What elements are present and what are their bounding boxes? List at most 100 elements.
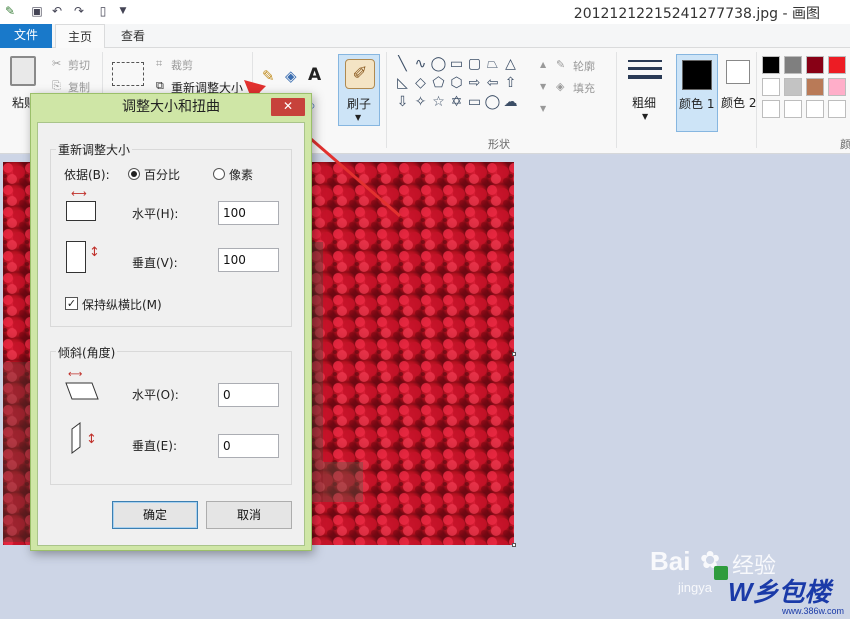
paint-app-icon[interactable]: ✎	[3, 4, 17, 18]
shapes-scroll-up-icon[interactable]: ▲	[540, 60, 546, 69]
palette-black[interactable]	[762, 56, 780, 74]
rectangle-shape-icon[interactable]: ▭	[448, 56, 465, 73]
fill-icon[interactable]: ◈	[556, 80, 564, 93]
color2-swatch[interactable]	[726, 60, 750, 84]
palette-light-gray[interactable]	[784, 78, 802, 96]
keep-ratio-label[interactable]: 保持纵横比(M)	[82, 296, 162, 313]
site-url-watermark: www.386w.com	[782, 606, 845, 616]
shapes-scroll-down-icon[interactable]: ▼	[540, 82, 546, 91]
diamond-shape-icon[interactable]: ◇	[412, 75, 429, 92]
svg-text:⟷: ⟷	[68, 369, 82, 380]
window-title: 20121212215241277738.jpg - 画图	[573, 6, 820, 22]
resize-horizontal-input[interactable]: 100	[218, 201, 279, 225]
title-bar: ✎ ▣ ↶ ↷ ▯ ▼ 20121212215241277738.jpg - 画…	[0, 0, 850, 24]
oval-callout-shape-icon[interactable]: ◯	[484, 94, 501, 111]
size-button[interactable]: 粗细	[632, 94, 656, 111]
five-point-star-shape-icon[interactable]: ☆	[430, 94, 447, 111]
close-button[interactable]: ✕	[271, 98, 305, 116]
resize-icon[interactable]: ⧉	[156, 79, 164, 93]
palette-gray[interactable]	[784, 56, 802, 74]
divider	[616, 52, 617, 148]
redo-icon[interactable]: ↷	[72, 4, 86, 18]
palette-empty[interactable]	[784, 100, 802, 118]
new-icon[interactable]: ▯	[96, 4, 110, 18]
vertical-resize-icon	[66, 241, 86, 273]
shapes-expand-icon[interactable]: ▼	[540, 104, 546, 113]
tab-home[interactable]: 主页	[55, 24, 105, 49]
size-line-2	[628, 67, 662, 70]
polygon-shape-icon[interactable]: ⏢	[484, 56, 501, 73]
skew-horizontal-input[interactable]: 0	[218, 383, 279, 407]
ok-button[interactable]: 确定	[112, 501, 198, 529]
color2-label[interactable]: 颜色 2	[721, 94, 756, 111]
outline-icon[interactable]: ✎	[556, 58, 565, 71]
percent-radio[interactable]	[128, 168, 140, 180]
fill-button[interactable]: 填充	[573, 80, 595, 96]
palette-pink[interactable]	[828, 78, 846, 96]
palette-white[interactable]	[762, 78, 780, 96]
tab-view[interactable]: 查看	[110, 24, 156, 48]
dropdown-icon[interactable]: ▼	[116, 4, 130, 18]
keep-ratio-checkbox[interactable]: ✓	[65, 297, 78, 310]
palette-brown[interactable]	[806, 78, 824, 96]
cut-icon[interactable]: ✂	[52, 57, 61, 70]
up-arrow-shape-icon[interactable]: ⇧	[502, 75, 519, 92]
site-logo-watermark: W乡包楼	[728, 577, 831, 607]
dialog-body: 重新调整大小 依据(B): 百分比 像素 ⟷ 水平(H): 100 ↕ 垂直(V…	[37, 122, 305, 546]
resize-handle-corner[interactable]	[512, 543, 516, 547]
palette-empty[interactable]	[828, 100, 846, 118]
palette-empty[interactable]	[762, 100, 780, 118]
resize-skew-dialog: 调整大小和扭曲 ✕ 重新调整大小 依据(B): 百分比 像素 ⟷ 水平(H): …	[30, 93, 312, 551]
line-shape-icon[interactable]: ╲	[394, 56, 411, 73]
ribbon-tabs: 文件 主页 查看	[0, 24, 850, 49]
vertical-arrow-icon: ↕	[89, 245, 100, 260]
horizontal-arrow-icon: ⟷	[71, 187, 87, 200]
crop-icon[interactable]: ⌗	[156, 57, 162, 71]
oval-shape-icon[interactable]: ◯	[430, 56, 447, 73]
horizontal-resize-icon	[66, 201, 96, 221]
right-arrow-shape-icon[interactable]: ⇨	[466, 75, 483, 92]
skew-vertical-label: 垂直(E):	[132, 439, 177, 453]
color1-button[interactable]: 颜色 1	[676, 54, 718, 132]
chevron-down-icon: ▼	[642, 112, 649, 121]
dialog-title: 调整大小和扭曲	[122, 99, 220, 115]
size-line-1	[628, 60, 662, 62]
select-icon[interactable]	[112, 62, 144, 86]
rounded-rectangle-shape-icon[interactable]: ▢	[466, 56, 483, 73]
shapes-gallery[interactable]: ╲ ∿ ◯ ▭ ▢ ⏢ △ ◺ ◇ ⬠ ⬡ ⇨ ⇦ ⇧ ⇩ ✧ ☆ ✡ ▭ ◯ ☁	[394, 56, 536, 113]
six-point-star-shape-icon[interactable]: ✡	[448, 94, 465, 111]
cut-button[interactable]: 剪切	[68, 57, 90, 73]
four-point-star-shape-icon[interactable]: ✧	[412, 94, 429, 111]
palette-red[interactable]	[828, 56, 846, 74]
resize-legend: 重新调整大小	[56, 141, 133, 158]
palette-dark-red[interactable]	[806, 56, 824, 74]
color1-swatch	[682, 60, 712, 90]
triangle-shape-icon[interactable]: △	[502, 56, 519, 73]
baidu-watermark: Bai	[650, 546, 691, 576]
callout-shape-icon[interactable]: ▭	[466, 94, 483, 111]
resize-vertical-label: 垂直(V):	[132, 256, 178, 270]
crop-button[interactable]: 裁剪	[171, 57, 193, 73]
undo-icon[interactable]: ↶	[50, 4, 64, 18]
resize-vertical-input[interactable]: 100	[218, 248, 279, 272]
copy-icon[interactable]: ⎘	[52, 79, 61, 93]
logo-house-icon	[714, 566, 728, 580]
curve-shape-icon[interactable]: ∿	[412, 56, 429, 73]
tab-file[interactable]: 文件	[0, 24, 52, 48]
resize-handle-right[interactable]	[512, 352, 516, 356]
skew-vertical-input[interactable]: 0	[218, 434, 279, 458]
palette-empty[interactable]	[806, 100, 824, 118]
pixels-radio[interactable]	[213, 168, 225, 180]
pixels-label[interactable]: 像素	[229, 166, 253, 183]
save-icon[interactable]: ▣	[30, 4, 44, 18]
cancel-button[interactable]: 取消	[206, 501, 292, 529]
hexagon-shape-icon[interactable]: ⬡	[448, 75, 465, 92]
color1-label: 颜色 1	[679, 97, 715, 111]
cloud-callout-shape-icon[interactable]: ☁	[502, 94, 519, 111]
skew-horizontal-label: 水平(O):	[132, 388, 179, 402]
left-arrow-shape-icon[interactable]: ⇦	[484, 75, 501, 92]
outline-button[interactable]: 轮廓	[573, 58, 595, 74]
percent-label[interactable]: 百分比	[144, 166, 180, 183]
pentagon-shape-icon[interactable]: ⬠	[430, 75, 447, 92]
paste-icon[interactable]	[10, 56, 36, 86]
